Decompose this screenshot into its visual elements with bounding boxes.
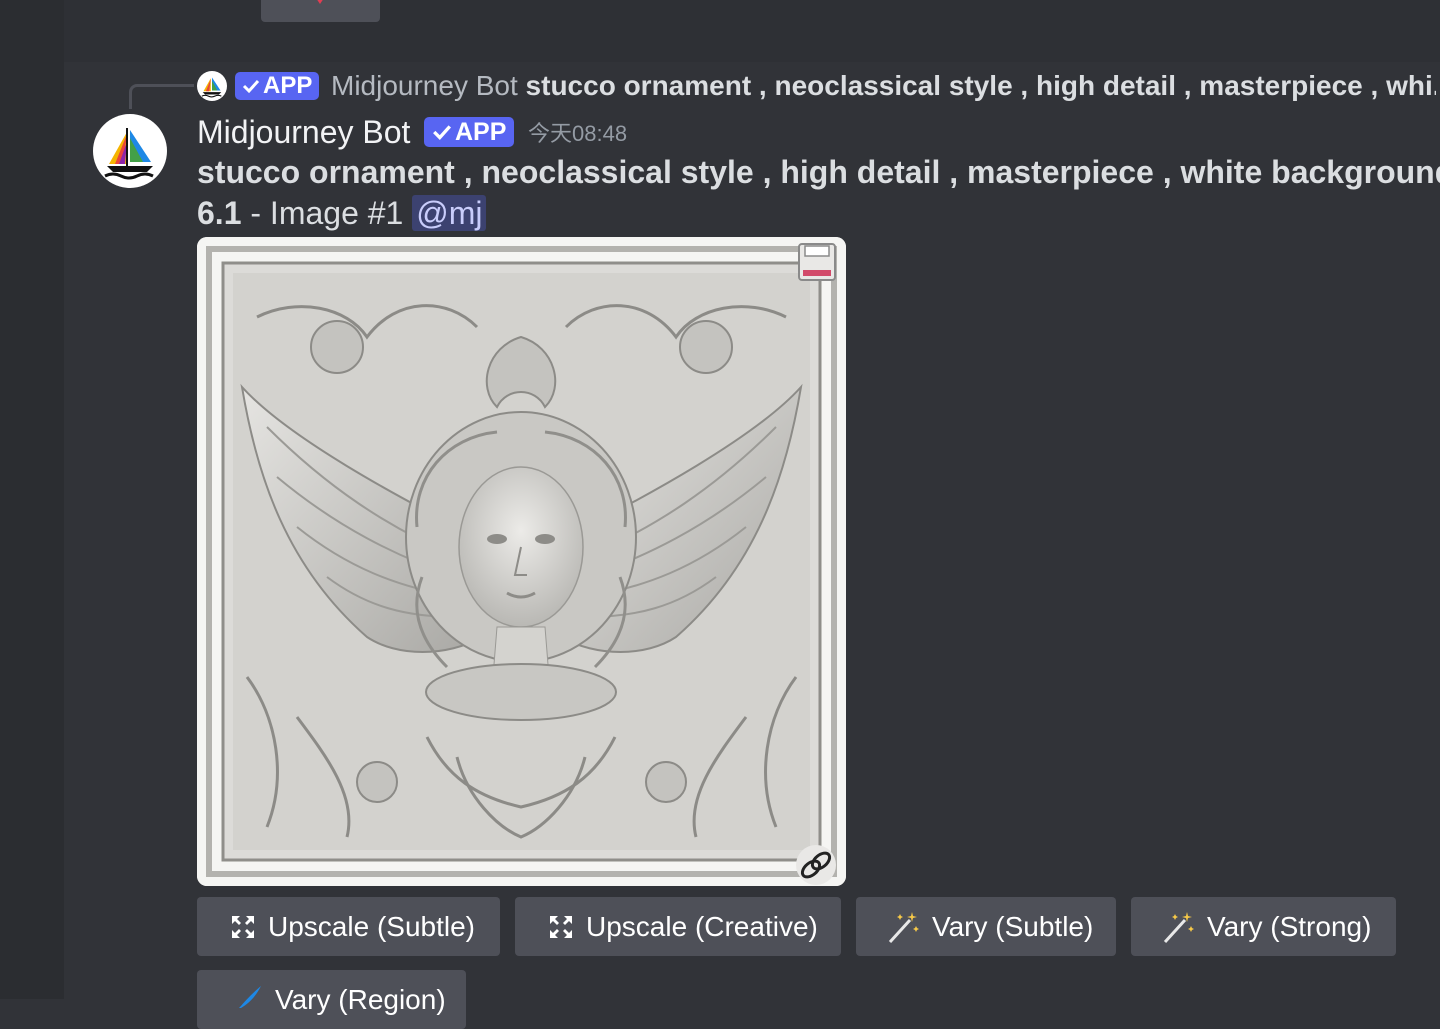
server-sidebar-strip bbox=[0, 0, 64, 999]
reply-badge-label: APP bbox=[263, 72, 313, 99]
author-badge-label: APP bbox=[455, 117, 507, 146]
bot-avatar[interactable] bbox=[93, 114, 167, 188]
stucco-angel-image bbox=[197, 237, 846, 886]
message-author[interactable]: Midjourney Bot bbox=[197, 112, 410, 152]
message-content: stucco ornament , neoclassical style , h… bbox=[197, 152, 1440, 234]
expand-icon bbox=[550, 915, 572, 938]
reply-connector bbox=[129, 84, 194, 109]
link-icon[interactable] bbox=[793, 842, 839, 888]
version-text: 6.1 bbox=[197, 195, 242, 231]
verified-check-icon bbox=[242, 79, 260, 94]
magic-wand-icon bbox=[1163, 911, 1194, 943]
separator: - bbox=[241, 195, 270, 231]
heart-icon bbox=[317, 0, 323, 4]
vary-strong-button[interactable]: Vary (Strong) bbox=[1131, 897, 1396, 956]
generated-image[interactable] bbox=[197, 237, 846, 886]
previous-reaction-button[interactable] bbox=[261, 0, 380, 22]
author-app-badge: APP bbox=[424, 117, 515, 147]
magic-wand-icon bbox=[888, 911, 919, 943]
vary-strong-label: Vary (Strong) bbox=[1207, 910, 1372, 942]
prompt-text: stucco ornament , neoclassical style , h… bbox=[197, 154, 1440, 190]
brush-icon bbox=[239, 986, 261, 1008]
upscale-subtle-label: Upscale (Subtle) bbox=[268, 910, 475, 942]
image-label: Image #1 bbox=[269, 195, 404, 231]
upscale-creative-label: Upscale (Creative) bbox=[586, 910, 818, 942]
expand-icon bbox=[232, 915, 254, 938]
message-timestamp: 今天08:48 bbox=[528, 121, 628, 146]
upscale-creative-button[interactable]: Upscale (Creative) bbox=[515, 897, 841, 956]
previous-message-area bbox=[64, 0, 1440, 62]
vary-subtle-label: Vary (Subtle) bbox=[932, 910, 1094, 942]
verified-check-icon bbox=[433, 125, 452, 140]
reply-preview[interactable]: Midjourney Bot stucco ornament , neoclas… bbox=[331, 68, 1436, 104]
reply-avatar[interactable] bbox=[197, 71, 227, 101]
mention-mj[interactable]: @mj bbox=[412, 195, 487, 231]
reply-author: Midjourney Bot bbox=[331, 70, 518, 101]
reply-prompt-preview: stucco ornament , neoclassical style , h… bbox=[525, 70, 1436, 101]
vary-region-label: Vary (Region) bbox=[275, 984, 446, 1015]
reply-app-badge: APP bbox=[235, 72, 320, 100]
sailboat-logo-icon bbox=[201, 77, 222, 98]
vary-region-button[interactable]: Vary (Region) bbox=[197, 970, 466, 1029]
vary-subtle-button[interactable]: Vary (Subtle) bbox=[856, 897, 1116, 956]
save-icon[interactable] bbox=[797, 242, 837, 282]
sailboat-logo-icon bbox=[104, 128, 154, 180]
upscale-subtle-button[interactable]: Upscale (Subtle) bbox=[197, 897, 500, 956]
